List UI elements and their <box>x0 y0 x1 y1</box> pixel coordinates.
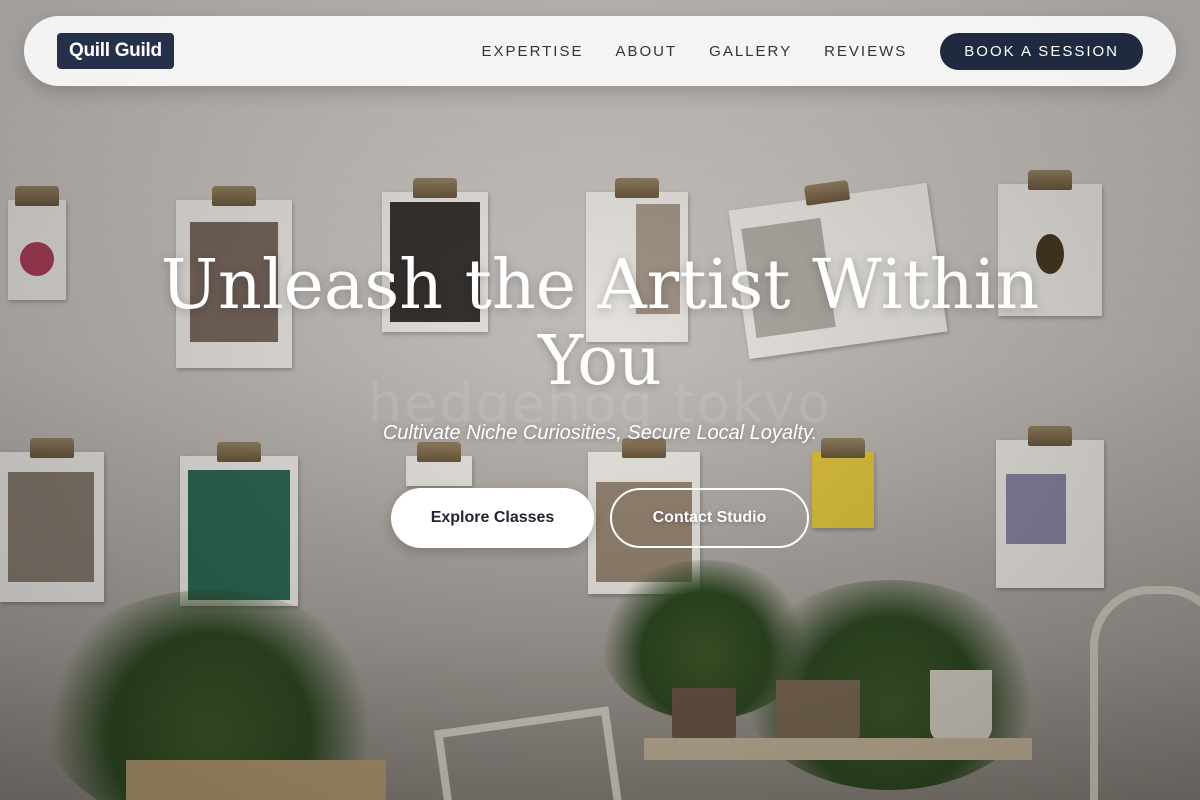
top-navbar: Quill Guild EXPERTISE ABOUT GALLERY REVI… <box>24 16 1176 86</box>
nav-links: EXPERTISE ABOUT GALLERY REVIEWS BOOK A S… <box>450 32 1143 70</box>
nav-link-about[interactable]: ABOUT <box>615 43 677 60</box>
hero-subtitle: Cultivate Niche Curiosities, Secure Loca… <box>382 422 818 444</box>
nav-link-expertise[interactable]: EXPERTISE <box>482 43 584 60</box>
nav-link-gallery[interactable]: GALLERY <box>709 43 792 60</box>
hero-title: Unleash the Artist Within You <box>160 246 1040 401</box>
nav-link-reviews[interactable]: REVIEWS <box>824 43 907 60</box>
contact-studio-button[interactable]: Contact Studio <box>610 488 809 548</box>
explore-classes-button[interactable]: Explore Classes <box>391 488 594 548</box>
brand-logo[interactable]: Quill Guild <box>57 33 174 69</box>
book-session-button[interactable]: BOOK A SESSION <box>940 32 1143 70</box>
